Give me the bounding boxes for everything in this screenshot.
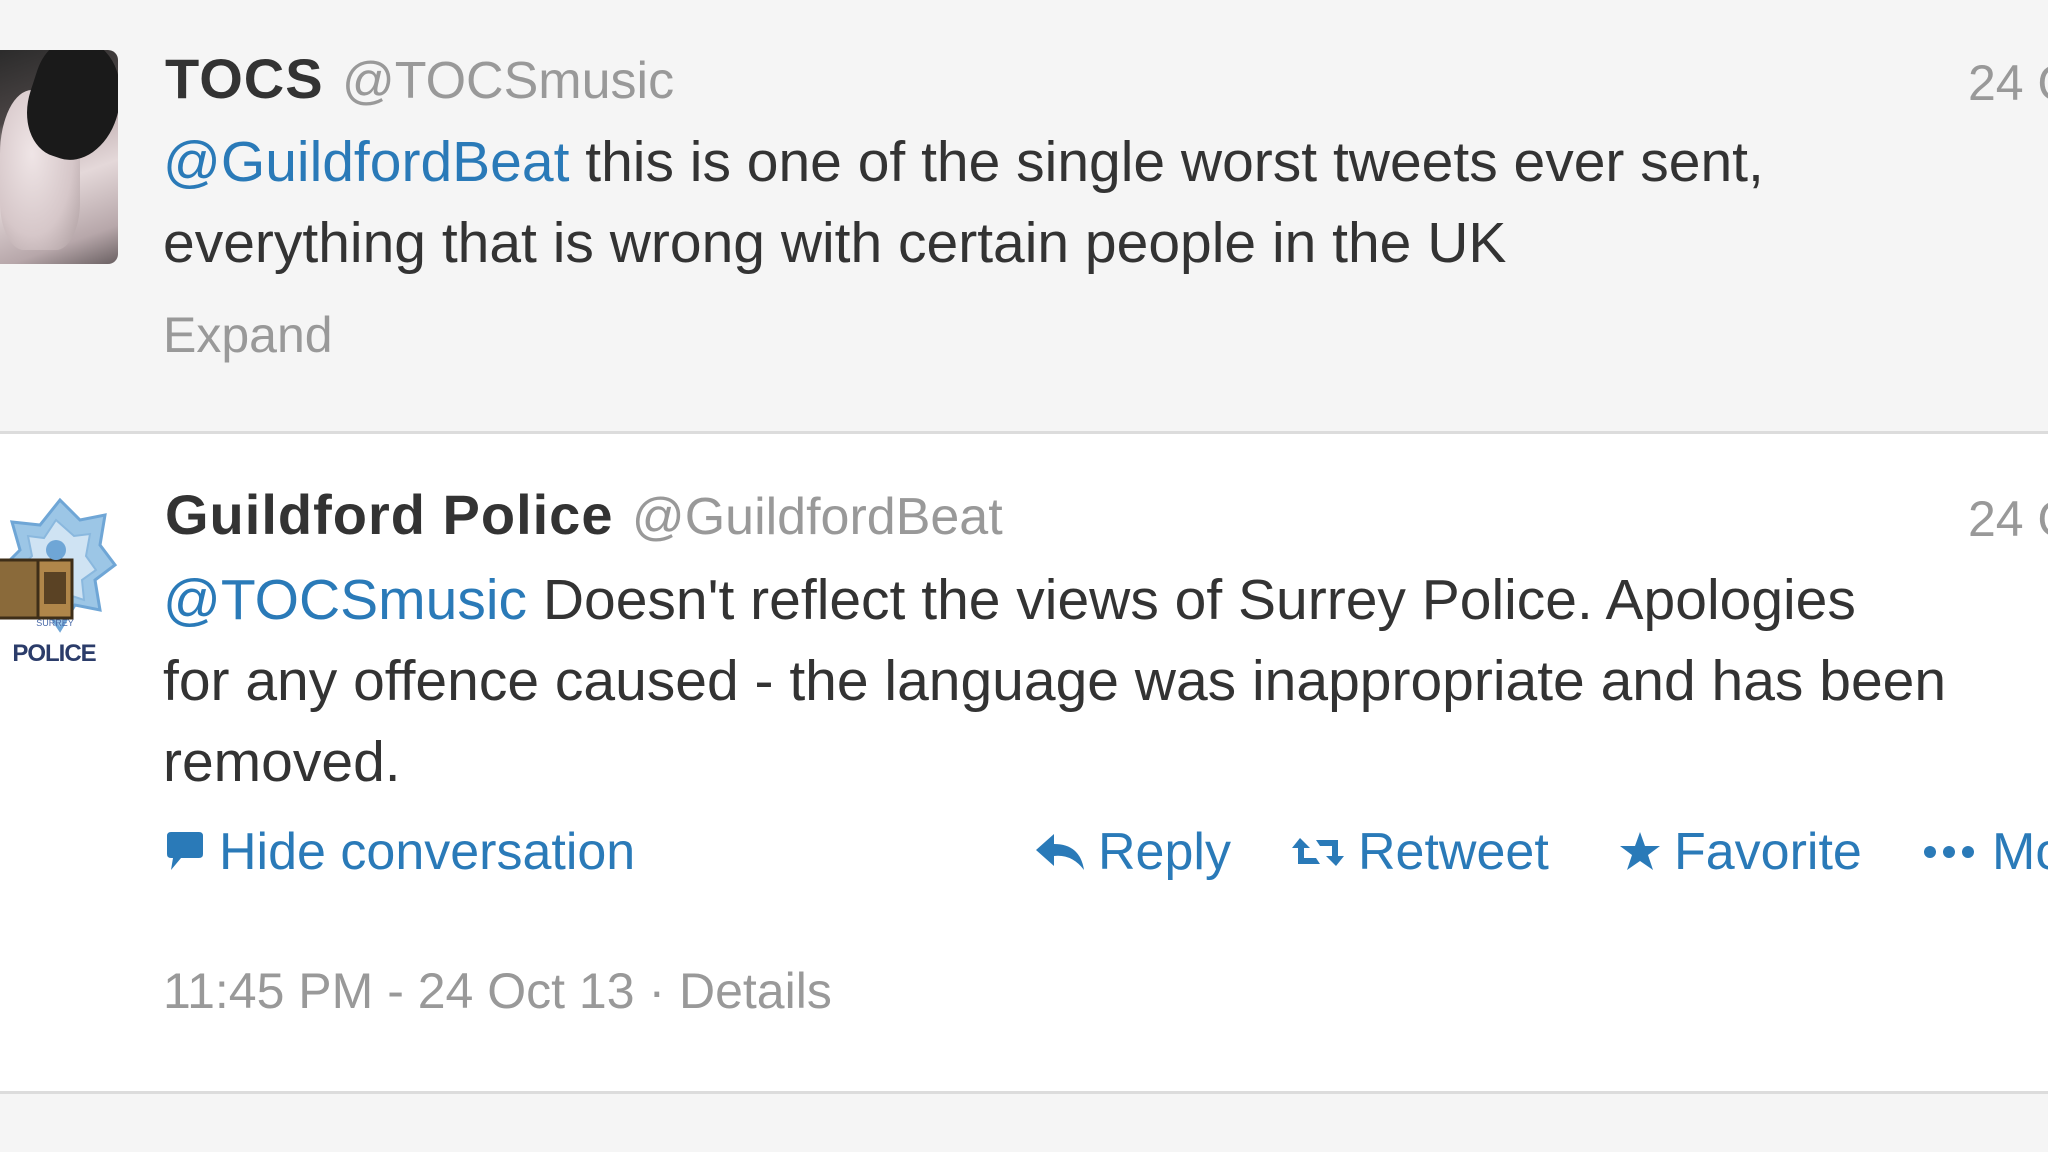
avatar-caption: SURREY — [36, 618, 74, 628]
tweet-timestamp[interactable]: 24 Oct — [1968, 54, 2048, 112]
tweet-item[interactable]: TOCS @TOCSmusic 24 Oct @GuildfordBeat th… — [0, 0, 2048, 434]
tweet-timestamp[interactable]: 24 Oct — [1968, 490, 2048, 548]
hide-conversation-button[interactable]: Hide conversation — [163, 822, 635, 882]
retweet-icon — [1292, 838, 1344, 866]
favorite-button[interactable]: Favorite — [1618, 822, 1862, 882]
user-fullname[interactable]: TOCS — [165, 47, 324, 110]
tweet-datetime[interactable]: 11:45 PM - 24 Oct 13 — [163, 963, 635, 1019]
user-avatar[interactable] — [0, 50, 118, 264]
retweet-label: Retweet — [1358, 823, 1549, 881]
ellipsis-icon — [1924, 846, 1974, 858]
expand-link[interactable]: Expand — [163, 306, 333, 364]
tweet-text: @GuildfordBeat this is one of the single… — [163, 122, 2023, 284]
more-button[interactable]: More — [1922, 822, 2048, 882]
hide-conversation-label: Hide conversation — [219, 823, 636, 881]
tweet-actions: Hide conversation Reply Retweet Favorite… — [0, 822, 2048, 892]
user-avatar[interactable]: SURREY POLICE — [0, 490, 118, 700]
tweet-header: TOCS @TOCSmusic — [165, 46, 674, 111]
reply-label: Reply — [1098, 823, 1231, 881]
reply-arrow-icon — [1036, 834, 1084, 870]
tweet-metadata: 11:45 PM - 24 Oct 13 · Details — [163, 962, 832, 1020]
speech-bubble-icon — [167, 832, 203, 870]
mention-link[interactable]: @TOCSmusic — [163, 568, 527, 632]
retweet-button[interactable]: Retweet — [1290, 822, 1549, 882]
more-label: More — [1992, 823, 2048, 881]
tweet-header: Guildford Police @GuildfordBeat — [165, 482, 1003, 547]
mention-link[interactable]: @GuildfordBeat — [163, 130, 569, 194]
star-icon — [1620, 832, 1660, 870]
reply-button[interactable]: Reply — [1034, 822, 1231, 882]
meta-separator: · — [634, 963, 679, 1019]
details-link[interactable]: Details — [679, 963, 832, 1019]
favorite-label: Favorite — [1674, 823, 1862, 881]
timeline-gap — [0, 1094, 2048, 1152]
user-handle[interactable]: @TOCSmusic — [342, 52, 674, 110]
user-fullname[interactable]: Guildford Police — [165, 483, 613, 546]
user-handle[interactable]: @GuildfordBeat — [632, 488, 1003, 546]
tweet-text: @TOCSmusic Doesn't reflect the views of … — [163, 560, 2048, 803]
avatar-label: POLICE — [12, 640, 96, 667]
